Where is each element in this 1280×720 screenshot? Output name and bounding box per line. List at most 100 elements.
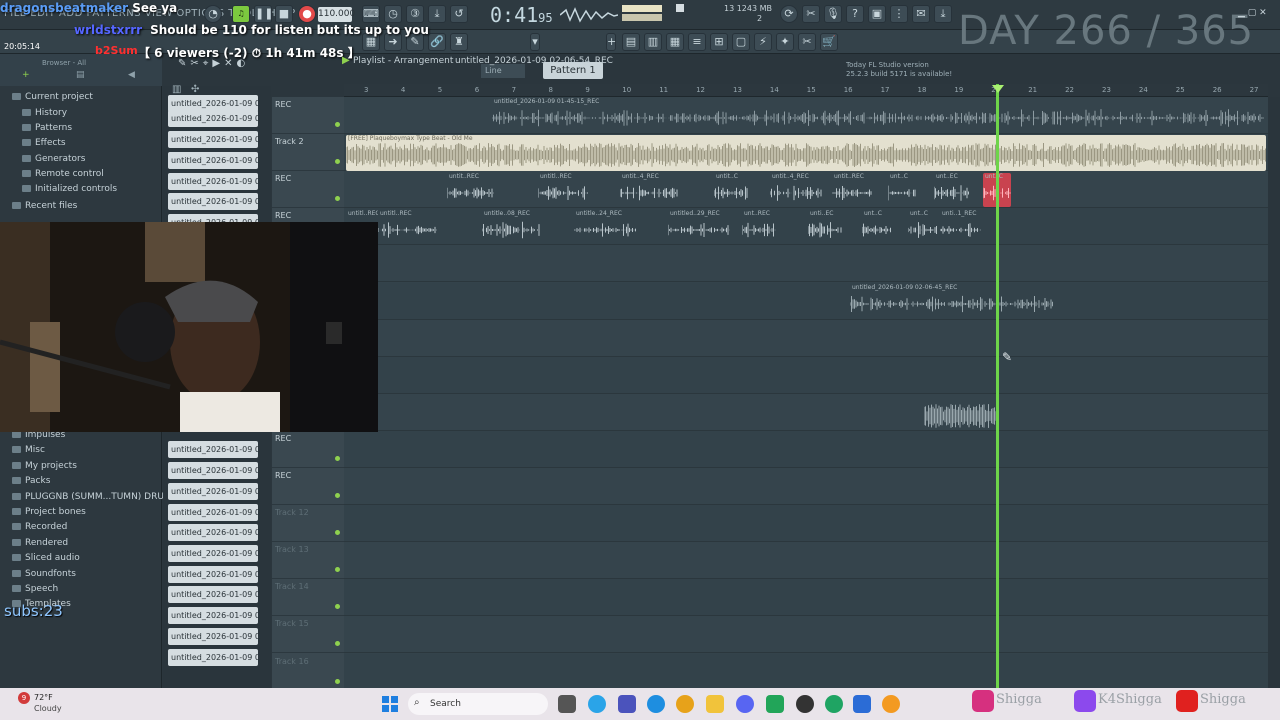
track-header[interactable]: REC <box>272 431 344 468</box>
browser-folder[interactable]: Rendered <box>12 536 68 550</box>
refresh-icon[interactable]: ⟳ <box>780 5 798 23</box>
browser-folder[interactable]: My projects <box>12 459 77 473</box>
audio-clip[interactable]: unt..REC <box>742 210 776 244</box>
pattern-item[interactable]: untitled_2026-01-09 01- <box>168 566 258 583</box>
browser-folder[interactable]: Recorded <box>12 520 67 534</box>
edge-icon[interactable] <box>647 695 665 713</box>
countdown-icon[interactable]: ③ <box>406 5 424 23</box>
pattern-item[interactable]: untitled_2026-01-09 01- <box>168 173 258 190</box>
pattern-item[interactable]: untitled_2026-01-09 01- <box>168 110 258 127</box>
playlist-lane[interactable] <box>344 653 1268 691</box>
browser-folder[interactable]: PLUGGNB (SUMM...TUMN) DRUMKIT <box>12 490 186 504</box>
help-icon[interactable]: ? <box>846 5 864 23</box>
browser-item[interactable]: Patterns <box>22 121 72 135</box>
plug-icon[interactable]: ⚡ <box>754 33 772 51</box>
pattern-item[interactable]: untitled_2026-01-09 01- <box>168 193 258 210</box>
track-header[interactable]: Track 16 <box>272 654 344 691</box>
pattern-item[interactable]: untitled_2026-01-09 01- <box>168 586 258 603</box>
stop-button[interactable]: ■ <box>275 5 293 23</box>
browser-icon[interactable]: ⊞ <box>710 33 728 51</box>
cut-icon[interactable]: ✂ <box>802 5 820 23</box>
playlist-icon[interactable]: ≡ <box>688 33 706 51</box>
playlist-lane[interactable] <box>344 282 1268 320</box>
pattern-item[interactable]: untitled_2026-01-09 01- <box>168 462 258 479</box>
browser-item[interactable]: Recent files <box>12 199 77 213</box>
browser-item[interactable]: Effects <box>22 136 66 150</box>
browser-back-icon[interactable]: ◀ <box>128 70 135 80</box>
track-mute-led-icon[interactable] <box>335 493 340 498</box>
playlist-lane[interactable] <box>344 356 1268 394</box>
play-button[interactable]: ❚❚ <box>254 5 273 23</box>
audio-clip[interactable]: untit..REC <box>447 173 495 207</box>
scissors-icon[interactable]: ✂ <box>798 33 816 51</box>
chrome-alt-icon[interactable] <box>825 695 843 713</box>
piano-roll-icon[interactable]: ▦ <box>666 33 684 51</box>
track-header[interactable]: REC <box>272 171 344 209</box>
audio-clip[interactable]: untitle..08_REC <box>482 210 540 244</box>
pattern-list-toolbar[interactable]: ▥ ✣ <box>172 84 199 95</box>
audio-clip[interactable]: unt..C <box>862 210 892 244</box>
audio-clip[interactable]: untit..4_REC <box>620 173 678 207</box>
teams-icon[interactable] <box>618 695 636 713</box>
playhead[interactable] <box>996 84 999 688</box>
pattern-item[interactable]: untitled_2026-01-09 01- <box>168 545 258 562</box>
discord-icon[interactable] <box>736 695 754 713</box>
browser-folder[interactable]: Sliced audio <box>12 551 80 565</box>
playlist-lane[interactable] <box>344 579 1268 617</box>
audio-clip[interactable]: unti..EC <box>808 210 842 244</box>
browser-folder[interactable]: Soundfonts <box>12 567 76 581</box>
track-header[interactable]: Track 15 <box>272 616 344 654</box>
pattern-item[interactable]: untitled_2026-01-09 01- <box>168 649 258 666</box>
task-view-icon[interactable] <box>558 695 576 713</box>
track-mute-led-icon[interactable] <box>335 604 340 610</box>
channel-rack-icon[interactable]: ▥ <box>644 33 662 51</box>
audio-clip[interactable]: untitl..REC <box>378 210 438 244</box>
browser-item[interactable]: History <box>22 106 67 120</box>
pattern-item[interactable]: untitled_2026-01-09 01- <box>168 607 258 624</box>
fl-studio-icon[interactable] <box>882 695 900 713</box>
track-mute-led-icon[interactable] <box>335 455 340 461</box>
song-mode-button[interactable]: ♫ <box>232 5 250 23</box>
playlist-lane[interactable] <box>344 468 1268 505</box>
browser-folder[interactable]: Packs <box>12 474 50 488</box>
audio-clip[interactable]: untitl..REC <box>538 173 588 207</box>
pattern-prev-icon[interactable]: ▾ <box>530 33 540 51</box>
window-controls[interactable]: ▁ ▢ ✕ <box>1238 8 1267 18</box>
file-explorer-icon[interactable] <box>706 695 724 713</box>
pattern-item[interactable]: untitled_2026-01-09 01- <box>168 131 258 148</box>
loop-record-icon[interactable]: ↺ <box>450 5 468 23</box>
browser-item[interactable]: Current project <box>12 90 93 104</box>
snap-select[interactable]: Line <box>481 64 525 78</box>
obs-icon[interactable] <box>796 695 814 713</box>
track-mute-led-icon[interactable] <box>335 530 340 536</box>
audio-clip[interactable] <box>924 396 998 434</box>
download-icon[interactable]: ⤓ <box>934 5 952 23</box>
playlist-lane[interactable] <box>344 393 1268 431</box>
track-mute-led-icon[interactable] <box>335 196 340 202</box>
pattern-item[interactable]: untitled_2026-01-09 01- <box>168 483 258 500</box>
spreadsheet-icon[interactable] <box>766 695 784 713</box>
pattern-item[interactable]: untitled_2026-01-09 01- <box>168 152 258 169</box>
playlist-lane[interactable] <box>344 616 1268 654</box>
stamp-icon[interactable]: ♜ <box>450 33 468 51</box>
track-header[interactable]: REC <box>272 97 344 134</box>
track-header[interactable]: Track 14 <box>272 579 344 617</box>
track-header[interactable]: Track 12 <box>272 505 344 543</box>
taskbar-search[interactable]: Search <box>408 693 548 715</box>
pattern-item[interactable]: untitled_2026-01-09 01- <box>168 504 258 521</box>
pattern-item[interactable]: untitled_2026-01-09 01- <box>168 628 258 645</box>
tempo-tap-icon[interactable]: ✦ <box>776 33 794 51</box>
audio-clip[interactable]: unt..C <box>888 173 916 207</box>
metronome-icon[interactable]: ◔ <box>204 5 222 23</box>
browser-add-icon[interactable]: + <box>22 70 30 80</box>
save-icon[interactable]: ▣ <box>868 5 886 23</box>
link-icon[interactable]: 🔗 <box>428 33 446 51</box>
browser-folder[interactable]: Project bones <box>12 505 86 519</box>
track-mute-led-icon[interactable] <box>335 567 340 573</box>
copilot-icon[interactable] <box>588 695 606 713</box>
chrome-icon[interactable] <box>676 695 694 713</box>
audio-clip[interactable]: unt..EC <box>934 173 970 207</box>
audio-clip[interactable]: untitled_2026-01-09 02-06-45_REC <box>850 284 1054 320</box>
audio-clip[interactable]: untitled..29_REC <box>668 210 730 244</box>
news-panel[interactable]: Today FL Studio version 25.2.3 build 5171… <box>846 61 952 79</box>
